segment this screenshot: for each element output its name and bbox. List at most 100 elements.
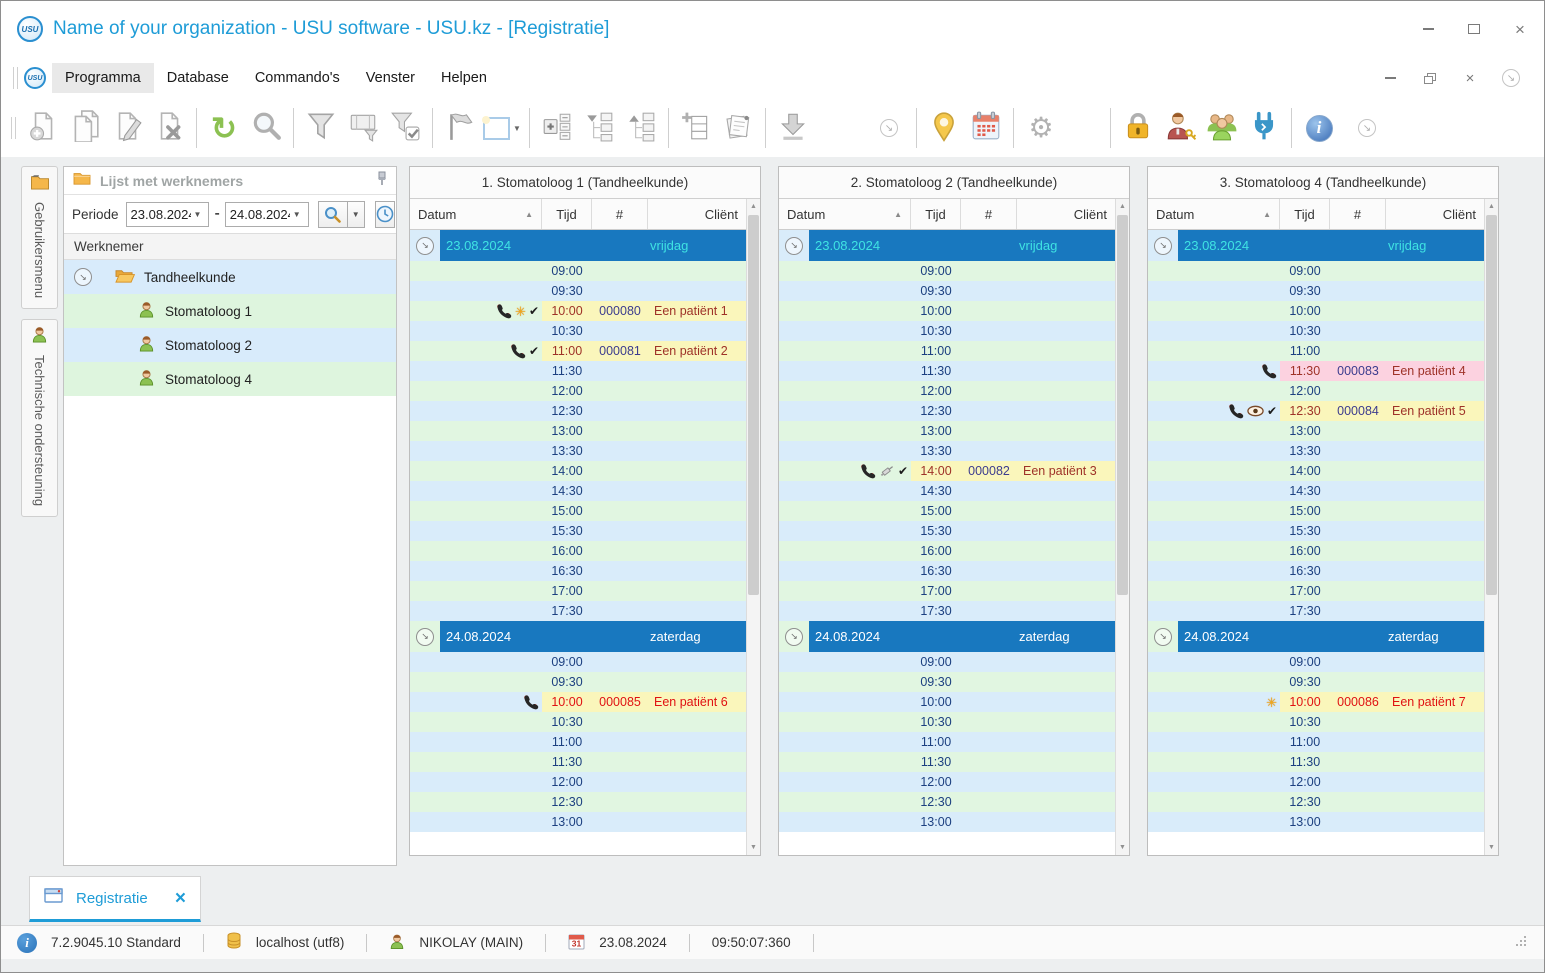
time-row[interactable]: 13:00 <box>410 421 746 441</box>
time-row[interactable]: 17:30 <box>1148 601 1484 621</box>
time-row[interactable]: 12:30 <box>410 792 746 812</box>
header-datum[interactable]: Datum ▲ <box>1148 199 1280 229</box>
time-row[interactable]: 16:00 <box>1148 541 1484 561</box>
time-row[interactable]: 09:00 <box>1148 652 1484 672</box>
header-tijd[interactable]: Tijd <box>542 199 592 229</box>
time-row[interactable]: 10:30 <box>779 712 1115 732</box>
toolbar-calendar-button[interactable] <box>965 105 1007 151</box>
appointment-number[interactable]: 000082 <box>961 461 1017 481</box>
appointment-client[interactable]: Een patiënt 4 <box>1386 361 1484 381</box>
scrollbar[interactable]: ▲ ▼ <box>1484 199 1498 855</box>
toolbar-filter-columns-button[interactable] <box>342 105 384 151</box>
toolbar-lock-button[interactable] <box>1117 105 1159 151</box>
appointment-client[interactable]: Een patiënt 7 <box>1386 692 1484 712</box>
toolbar-overflow-right-button[interactable]: ↘ <box>1346 105 1388 151</box>
time-row[interactable]: 10:30 <box>410 321 746 341</box>
time-row[interactable]: 17:30 <box>410 601 746 621</box>
toolbar-new-document-button[interactable] <box>22 105 64 151</box>
appointment-number[interactable]: 000083 <box>1330 361 1386 381</box>
header-datum[interactable]: Datum ▲ <box>779 199 911 229</box>
time-row[interactable]: 12:30 <box>1148 792 1484 812</box>
time-row[interactable]: 13:00 <box>1148 812 1484 832</box>
appointment-time[interactable]: 14:00 <box>911 461 961 481</box>
tree-item-stomatoloog-4[interactable]: Stomatoloog 4 <box>64 362 396 396</box>
time-row[interactable]: 12:00 <box>1148 381 1484 401</box>
collapse-group-icon[interactable]: ↘ <box>416 236 434 255</box>
close-icon[interactable]: × <box>1512 21 1528 38</box>
menu-item-helpen[interactable]: Helpen <box>428 63 500 93</box>
time-row[interactable]: 15:00 <box>1148 501 1484 521</box>
resize-grip[interactable] <box>1514 934 1528 951</box>
time-row[interactable]: 10:00 <box>779 301 1115 321</box>
tree-item-tandheelkunde[interactable]: ↘ Tandheelkunde <box>64 260 396 294</box>
mdi-minimize-icon[interactable] <box>1382 70 1398 86</box>
time-row[interactable]: 14:00 <box>1148 461 1484 481</box>
time-row[interactable]: 17:00 <box>410 581 746 601</box>
appointment-row[interactable]: ✔ 14:00 000082 Een patiënt 3 <box>779 461 1115 481</box>
date-row[interactable]: ↘ 24.08.2024 zaterdag <box>1148 621 1484 652</box>
time-row[interactable]: 16:00 <box>410 541 746 561</box>
scroll-thumb[interactable] <box>748 215 759 596</box>
toolbar-color-wheel-button[interactable] <box>1062 105 1104 151</box>
time-row[interactable]: 12:00 <box>410 772 746 792</box>
menu-item-database[interactable]: Database <box>154 63 242 93</box>
appointment-client[interactable]: Een patiënt 1 <box>648 301 746 321</box>
toolbar-refresh-button[interactable]: ↻ <box>203 105 245 151</box>
collapse-group-icon[interactable]: ↘ <box>416 627 434 646</box>
mdi-restore-icon[interactable] <box>1422 70 1438 86</box>
time-row[interactable]: 12:30 <box>779 792 1115 812</box>
menu-item-programma[interactable]: Programma <box>52 63 154 93</box>
toolbar-tree-expand-button[interactable] <box>578 105 620 151</box>
pin-icon[interactable] <box>376 171 388 191</box>
time-row[interactable]: 16:30 <box>410 561 746 581</box>
appointment-client[interactable]: Een patiënt 6 <box>648 692 746 712</box>
time-row[interactable]: 11:30 <box>779 752 1115 772</box>
toolbar-plugin-button[interactable] <box>1243 105 1285 151</box>
time-row[interactable]: 13:00 <box>1148 421 1484 441</box>
toolbar-documents-button[interactable] <box>717 105 759 151</box>
time-row[interactable]: 11:30 <box>779 361 1115 381</box>
scroll-thumb[interactable] <box>1117 215 1128 596</box>
scrollbar[interactable]: ▲ ▼ <box>746 199 760 855</box>
header-datum[interactable]: Datum ▲ <box>410 199 542 229</box>
appointment-row[interactable]: ✔ 11:00 000081 Een patiënt 2 <box>410 341 746 361</box>
search-dropdown-button[interactable]: ▼ <box>347 200 365 228</box>
toolbar-search-button[interactable] <box>245 105 287 151</box>
chevron-down-icon[interactable]: ▼ <box>290 210 304 219</box>
time-row[interactable]: 13:30 <box>1148 441 1484 461</box>
time-row[interactable]: 09:00 <box>410 261 746 281</box>
time-row[interactable]: 12:00 <box>410 381 746 401</box>
appointment-time[interactable]: 12:30 <box>1280 401 1330 421</box>
time-row[interactable]: 10:30 <box>1148 712 1484 732</box>
time-row[interactable]: 15:30 <box>779 521 1115 541</box>
toolbar-filter-button[interactable] <box>300 105 342 151</box>
time-row[interactable]: 16:00 <box>779 541 1115 561</box>
time-row[interactable]: 12:30 <box>779 401 1115 421</box>
toolbar-filter-apply-button[interactable] <box>384 105 426 151</box>
time-row[interactable]: 13:00 <box>779 421 1115 441</box>
time-row[interactable]: 15:00 <box>779 501 1115 521</box>
toolbar-download-button[interactable] <box>772 105 814 151</box>
header-nummer[interactable]: # <box>961 199 1017 229</box>
toolbar-overflow-left-button[interactable]: ↘ <box>868 105 910 151</box>
period-from-combo[interactable]: 23.08.2024 ▼ <box>125 201 210 227</box>
time-row[interactable]: 17:30 <box>779 601 1115 621</box>
header-client[interactable]: Cliënt <box>1017 199 1115 229</box>
time-row[interactable]: 11:30 <box>410 752 746 772</box>
appointment-client[interactable]: Een patiënt 2 <box>648 341 746 361</box>
toolbar-flag-button[interactable] <box>439 105 481 151</box>
time-row[interactable]: 12:00 <box>779 772 1115 792</box>
time-row[interactable]: 10:30 <box>779 321 1115 341</box>
time-row[interactable]: 14:30 <box>410 481 746 501</box>
toolbar-user-rights-button[interactable] <box>1159 105 1201 151</box>
scroll-up-icon[interactable]: ▲ <box>1485 199 1498 214</box>
appointment-row[interactable]: ✔ 12:30 000084 Een patiënt 5 <box>1148 401 1484 421</box>
scroll-thumb[interactable] <box>1486 215 1497 596</box>
time-row[interactable]: 09:00 <box>779 261 1115 281</box>
appointment-client[interactable]: Een patiënt 3 <box>1017 461 1115 481</box>
toolbar-grip[interactable] <box>13 67 18 89</box>
tab-close-icon[interactable]: × <box>175 889 186 908</box>
side-tab-gebruikersmenu[interactable]: Gebruikersmenu <box>21 166 58 310</box>
time-row[interactable]: 12:30 <box>410 401 746 421</box>
time-row[interactable]: 09:00 <box>410 652 746 672</box>
